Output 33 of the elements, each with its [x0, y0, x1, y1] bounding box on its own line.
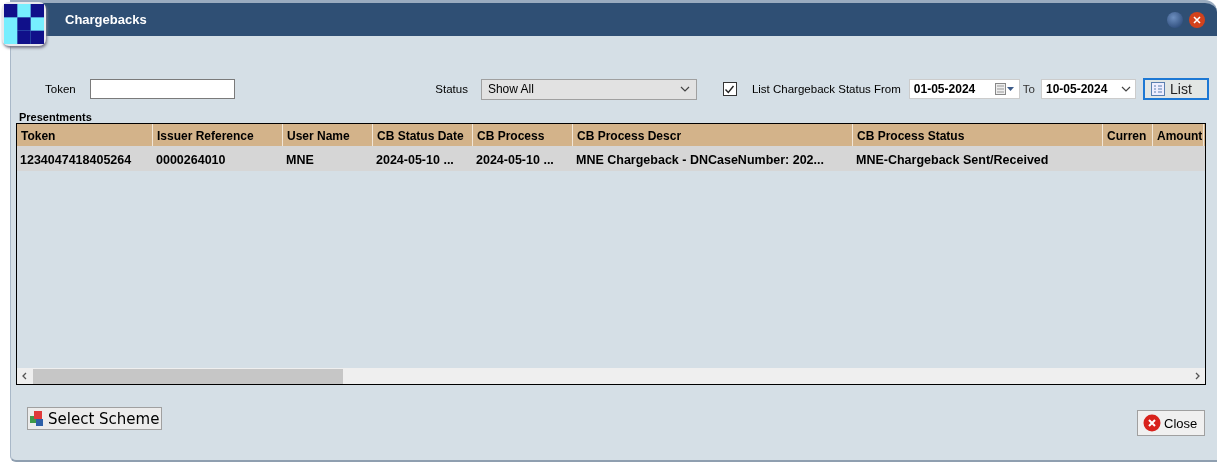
table-cell-text: 2024-05-10 ... — [475, 152, 555, 169]
close-icon[interactable] — [1189, 11, 1205, 28]
table-row[interactable]: 1234047418405264 0000264010 MNE 2024-05-10 ... 2024-05-10 ... MNE Chargeback - DNCaseNumber: 202... MNE-Chargeback Sent/Received — [17, 146, 1205, 171]
token-field[interactable] — [89, 79, 235, 99]
list-icon — [1151, 82, 1165, 96]
chevron-down-icon[interactable] — [679, 86, 690, 92]
cubes-icon — [30, 410, 46, 427]
status-dropdown[interactable]: Show All — [480, 78, 697, 100]
select-scheme-button[interactable]: Select Scheme — [27, 407, 163, 430]
table-cell-text: MNE-Chargeback Sent/Received — [855, 152, 1050, 169]
scroll-right-icon[interactable] — [1193, 372, 1201, 380]
scroll-left-icon[interactable] — [21, 372, 29, 380]
to-date-field[interactable]: 10-05-2024 — [1041, 79, 1136, 99]
list-button[interactable]: List — [1143, 78, 1209, 100]
table-cell-text: MNE Chargeback - DNCaseNumber: 202... — [575, 152, 825, 169]
close-button[interactable]: Close — [1137, 410, 1205, 436]
table-cell-text: MNE — [285, 152, 315, 169]
list-status-label: List Chargeback Status From — [751, 83, 901, 95]
from-date-field[interactable]: 01-05-2024 — [908, 79, 1020, 99]
table-cell-text: 0000264010 — [155, 152, 227, 169]
app-logo-icon — [2, 2, 46, 46]
chevron-down-icon[interactable] — [1121, 86, 1131, 92]
table-cell-text: 1234047418405264 — [19, 152, 133, 169]
status-label: Status — [435, 83, 468, 95]
window-title: Chargebacks — [65, 12, 147, 27]
list-status-checkbox[interactable] — [722, 82, 737, 96]
token-label: Token — [45, 83, 76, 95]
to-label: To — [1022, 83, 1035, 95]
horizontal-scrollbar[interactable] — [17, 368, 1205, 384]
table-cell-text: 2024-05-10 ... — [375, 152, 455, 169]
close-icon — [1143, 414, 1161, 432]
section-title: Presentments — [19, 111, 93, 123]
calendar-icon[interactable] — [994, 83, 1015, 95]
